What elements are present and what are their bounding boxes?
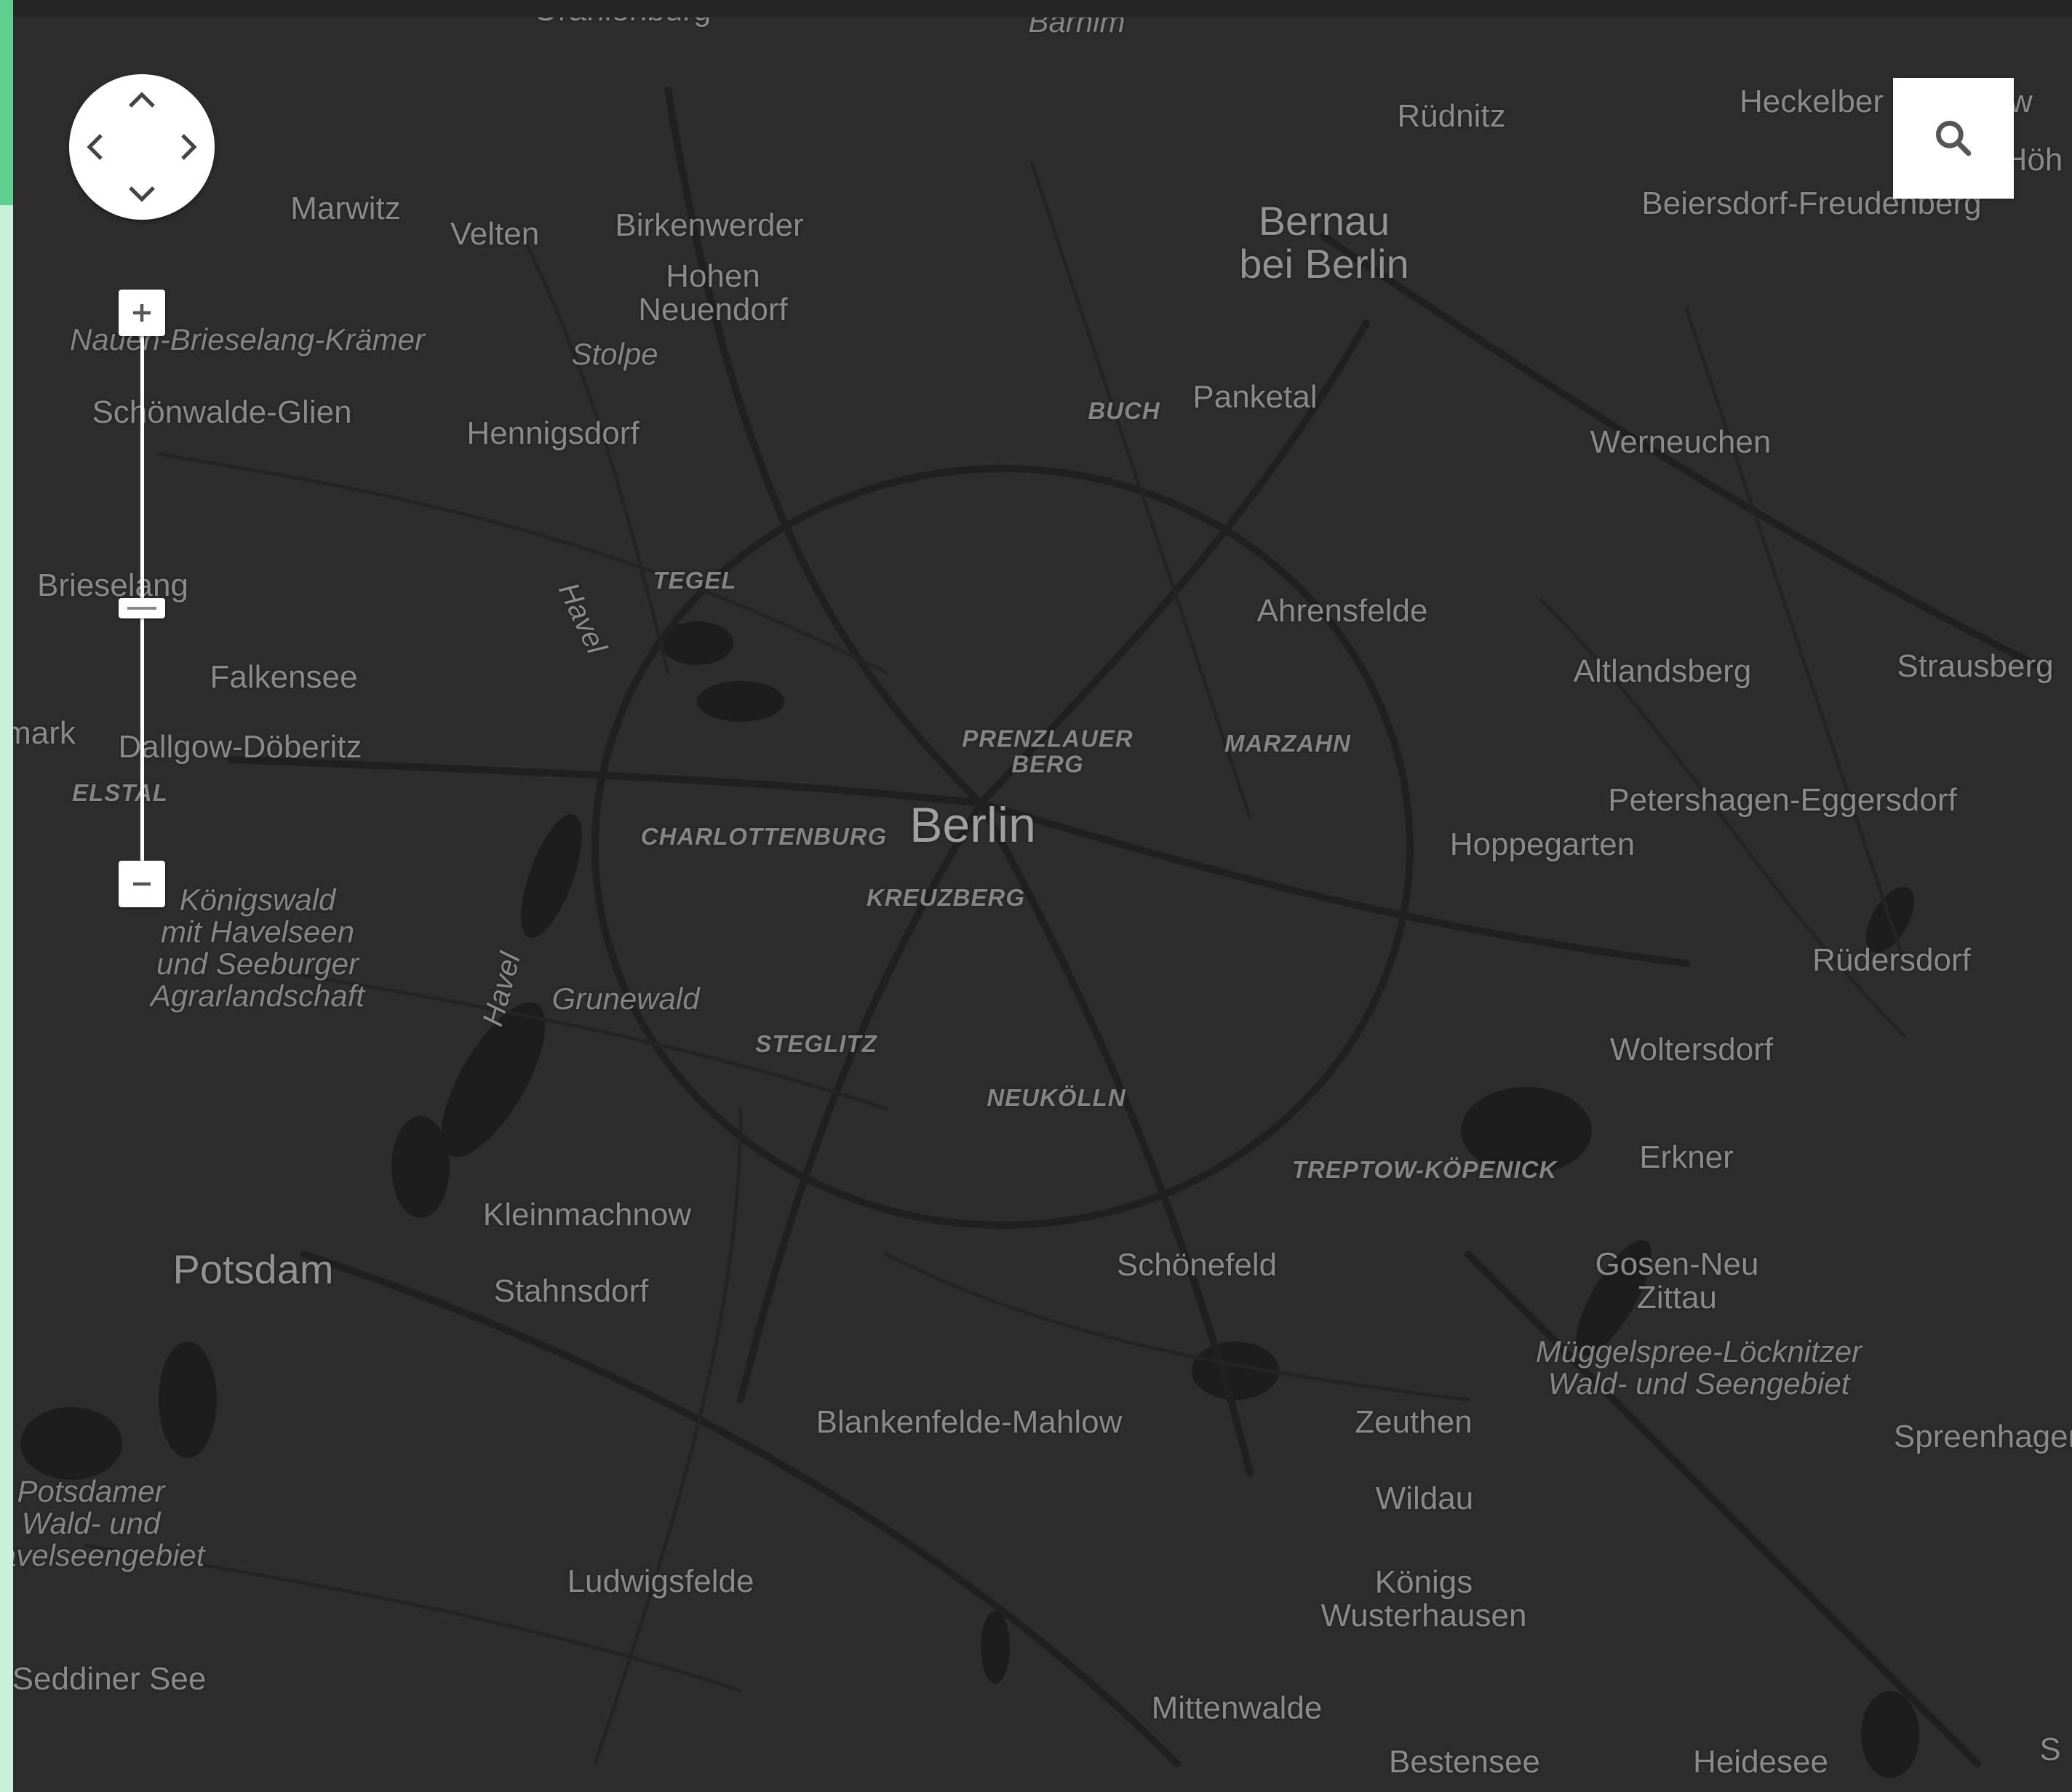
map-label-nature: Müggelspree-Löcknitzer Wald- und Seengeb…: [1535, 1334, 1862, 1401]
plus-icon: [133, 304, 151, 322]
map-label-town: Strausberg: [1897, 648, 2054, 684]
map-label-town: Velten: [450, 216, 540, 252]
map-label-nature: Stolpe: [571, 336, 658, 371]
map-app: OranienburgBarnimRüdnitzHeckelberwHöhBei…: [0, 0, 2072, 1792]
map-label-town: Heckelber: [1739, 84, 1884, 119]
map-label-district: PRENZLAUER BERG: [962, 725, 1133, 777]
top-strip: [0, 0, 2072, 17]
map-label-town: Falkensee: [210, 659, 358, 695]
map-label-town: Erkner: [1639, 1139, 1734, 1175]
map-label-town: S: [2039, 1732, 2061, 1767]
zoom-out-button[interactable]: [119, 861, 165, 907]
chevron-down-icon[interactable]: [120, 172, 164, 215]
map-label-town: Hoppegarten: [1449, 827, 1635, 862]
map-label-town: Schönefeld: [1116, 1247, 1278, 1283]
map-label-town: Rüdnitz: [1397, 98, 1506, 134]
map-label-town: Rüdersdorf: [1812, 942, 1971, 978]
map-label-town: Zeuthen: [1355, 1404, 1473, 1440]
map-label-town: Oranienburg: [533, 17, 712, 28]
map-label-town: Gosen-Neu Zittau: [1595, 1246, 1759, 1315]
map-label-district: TREPTOW-KÖPENICK: [1291, 1155, 1558, 1183]
map-label-district: MARZAHN: [1224, 729, 1351, 757]
map-label-town: Hennigsdorf: [466, 415, 639, 451]
map-label-nature: Königswald mit Havelseen und Seeburger A…: [150, 882, 365, 1014]
map-label-town: Bestensee: [1389, 1744, 1540, 1780]
map-label-town: Kleinmachnow: [482, 1197, 692, 1233]
map-label-town: Dallgow-Döberitz: [118, 729, 362, 765]
map-label-bigtown: Potsdam: [172, 1246, 334, 1292]
map-canvas[interactable]: OranienburgBarnimRüdnitzHeckelberwHöhBei…: [13, 17, 2072, 1792]
search-button[interactable]: [1893, 78, 2014, 199]
map-label-capital: Berlin: [909, 797, 1036, 853]
map-label-town: Blankenfelde-Mahlow: [816, 1404, 1123, 1440]
map-label-town: Woltersdorf: [1609, 1032, 1774, 1067]
map-label-district: BUCH: [1088, 397, 1160, 424]
map-label-town: mark: [13, 715, 76, 751]
map-label-district: KREUZBERG: [866, 883, 1026, 911]
map-label-town: Panketal: [1192, 379, 1318, 415]
zoom-slider-handle[interactable]: [119, 598, 165, 618]
map-label-district: TEGEL: [653, 566, 737, 594]
side-accent-bar: [0, 0, 13, 1792]
map-label-town: Wildau: [1375, 1481, 1474, 1516]
search-icon: [1935, 120, 1972, 156]
map-label-town: Königs Wusterhausen: [1320, 1564, 1527, 1633]
map-label-region: Barnim: [1028, 17, 1125, 39]
map-label-district: ELSTAL: [72, 778, 168, 806]
map-label-nature: Grunewald: [551, 981, 700, 1016]
map-label-town: Spreenhagen: [1893, 1419, 2072, 1454]
map-label-town: Heidesee: [1693, 1744, 1828, 1780]
map-label-town: Mittenwalde: [1151, 1690, 1323, 1726]
map-label-town: Brieselang: [37, 568, 188, 603]
map-label-town: Hohen Neuendorf: [638, 258, 788, 327]
map-label-district: CHARLOTTENBURG: [640, 822, 888, 850]
map-label-district: STEGLITZ: [755, 1030, 877, 1057]
map-label-bigtown: Bernau bei Berlin: [1239, 198, 1409, 287]
map-label-town: Schönwalde-Glien: [92, 394, 352, 430]
map-label-town: Stahnsdorf: [493, 1273, 649, 1309]
map-label-town: Petershagen-Eggersdorf: [1608, 782, 1957, 818]
map-label-town: Altlandsberg: [1573, 653, 1752, 689]
chevron-left-icon[interactable]: [73, 125, 117, 169]
chevron-up-icon[interactable]: [120, 79, 164, 122]
map-label-district: NEUKÖLLN: [987, 1083, 1126, 1111]
map-label-nature: Potsdamer Wald- und Havelseengebiet: [13, 1473, 205, 1573]
map-label-town: Seddiner See: [13, 1661, 207, 1697]
pan-control[interactable]: [69, 74, 215, 220]
map-label-town: Ahrensfelde: [1256, 593, 1428, 629]
map-label-town: Werneuchen: [1590, 424, 1772, 460]
minus-icon: [133, 882, 151, 886]
map-label-town: Ludwigsfelde: [567, 1564, 754, 1599]
chevron-right-icon[interactable]: [167, 125, 210, 169]
map-label-town: Birkenwerder: [615, 207, 804, 243]
map-label-town: Marwitz: [290, 191, 401, 226]
zoom-in-button[interactable]: [119, 290, 165, 336]
